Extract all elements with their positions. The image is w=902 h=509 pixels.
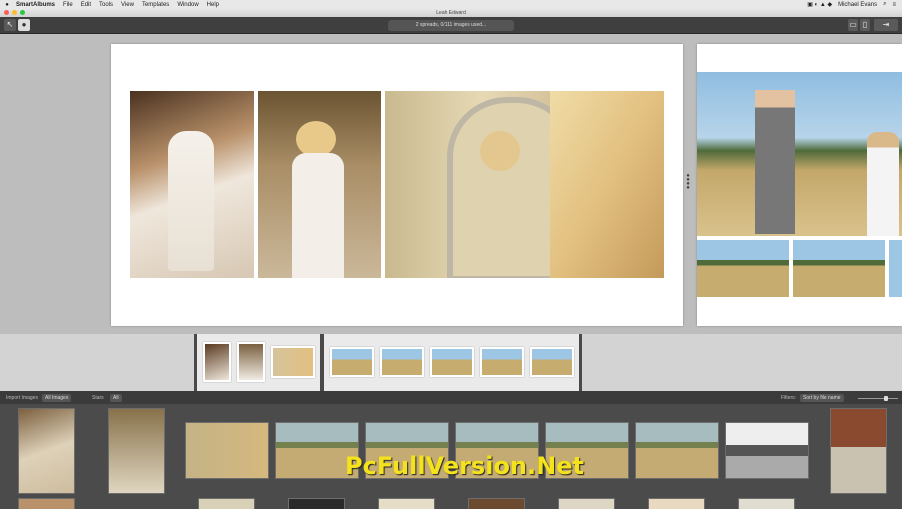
spread-current[interactable]: [111, 44, 683, 326]
select-tool-button[interactable]: ↖: [4, 19, 16, 31]
search-icon[interactable]: ⌕: [883, 1, 886, 8]
spread-thumb-photo: [480, 347, 524, 377]
spread-strip: [0, 334, 902, 391]
toolbar: ↖ ● 2 spreads, 0/111 images used... ▭ ▯ …: [0, 17, 902, 34]
gallery-image[interactable]: [18, 408, 75, 494]
spread-photo-couple-field[interactable]: [697, 72, 902, 236]
menu-templates[interactable]: Templates: [142, 2, 169, 8]
gallery-image[interactable]: [108, 408, 165, 494]
gallery-image[interactable]: [648, 498, 705, 509]
window-controls: [4, 10, 25, 15]
spread-photo-small-1[interactable]: [697, 240, 789, 297]
close-button[interactable]: [4, 10, 9, 15]
gallery-image[interactable]: [558, 498, 615, 509]
spread-photo-bride-letter[interactable]: [258, 91, 381, 278]
gallery-image[interactable]: [830, 408, 887, 494]
spread-photo-small-2[interactable]: [793, 240, 885, 297]
slider-thumb[interactable]: [884, 396, 888, 401]
sort-select[interactable]: Sort by file name: [800, 394, 844, 402]
gallery-image[interactable]: [635, 422, 719, 479]
spread-thumb-photo: [430, 347, 474, 377]
spread-thumb-photo: [330, 347, 374, 377]
minimize-button[interactable]: [12, 10, 17, 15]
import-images-button[interactable]: Import Images: [6, 394, 38, 402]
spread-thumb-photo: [203, 342, 231, 382]
menu-app-name[interactable]: SmartAlbums: [16, 2, 55, 8]
gallery-image[interactable]: [378, 498, 435, 509]
stars-label: Stars: [92, 395, 104, 401]
spread-thumb-photo: [380, 347, 424, 377]
thumbnail-size-slider[interactable]: [858, 396, 898, 401]
gallery-image[interactable]: [468, 498, 525, 509]
spread-photo-mirror[interactable]: [385, 91, 664, 278]
menu-bar: ● SmartAlbums File Edit Tools View Templ…: [0, 0, 902, 9]
spread-photo-dress[interactable]: [130, 91, 254, 278]
status-display: 2 spreads, 0/111 images used...: [388, 20, 514, 31]
menu-list-icon[interactable]: ≡: [892, 2, 896, 8]
gallery-image[interactable]: [185, 422, 269, 479]
menu-edit[interactable]: Edit: [81, 2, 91, 8]
filter-bar: Import Images All Images Stars All Filte…: [0, 391, 902, 404]
apple-icon[interactable]: ●: [4, 2, 10, 8]
spread-next[interactable]: [697, 44, 902, 326]
zoom-button[interactable]: [20, 10, 25, 15]
hand-tool-button[interactable]: ●: [18, 19, 30, 31]
view-single-icon[interactable]: ▭: [848, 19, 858, 31]
stars-select[interactable]: All: [110, 394, 122, 402]
export-button[interactable]: ⇥: [874, 19, 898, 31]
view-panel-icon[interactable]: ▯: [860, 19, 870, 31]
menu-tools[interactable]: Tools: [99, 2, 113, 8]
design-canvas[interactable]: ● ● ● ●: [0, 34, 902, 334]
menu-user[interactable]: Michael Evans: [838, 2, 877, 8]
spread-thumb-photo: [271, 346, 315, 378]
spread-thumb-1[interactable]: [194, 334, 323, 391]
spread-photo-small-3[interactable]: [889, 240, 902, 297]
filters-label: Filters:: [781, 395, 796, 401]
spread-thumb-photo: [237, 342, 265, 382]
gallery-image[interactable]: [738, 498, 795, 509]
resize-handle[interactable]: ● ● ● ●: [686, 173, 690, 198]
gallery-image[interactable]: [18, 498, 75, 509]
window-title-bar: Leah Edward: [0, 9, 902, 17]
gallery-image[interactable]: [198, 498, 255, 509]
spread-thumb-2[interactable]: [321, 334, 582, 391]
menu-file[interactable]: File: [63, 2, 73, 8]
spread-thumb-photo: [530, 347, 574, 377]
status-icons[interactable]: ▣ ◐ ▲ ◆: [807, 1, 832, 8]
window-title: Leah Edward: [436, 10, 466, 16]
gallery-image[interactable]: [725, 422, 809, 479]
menu-view[interactable]: View: [121, 2, 134, 8]
images-filter-select[interactable]: All Images: [42, 394, 72, 402]
watermark-text: PcFullVersion.Net: [345, 452, 584, 480]
menu-window[interactable]: Window: [177, 2, 198, 8]
menu-help[interactable]: Help: [207, 2, 219, 8]
gallery-image[interactable]: [288, 498, 345, 509]
